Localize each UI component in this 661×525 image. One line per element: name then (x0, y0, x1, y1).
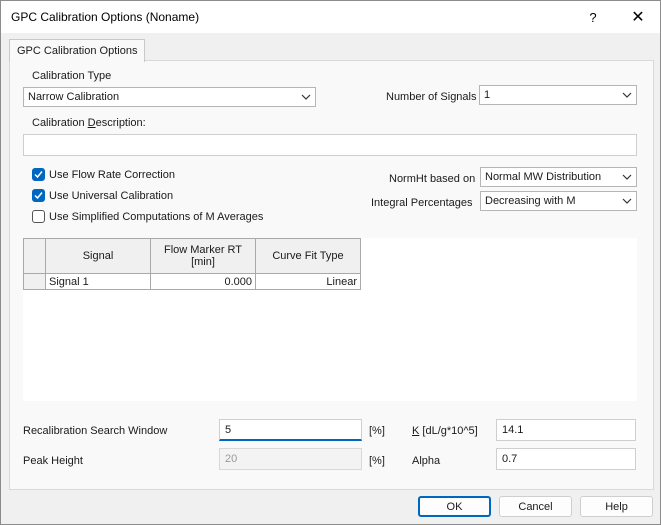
title-bar: GPC Calibration Options (Noname) ? ✕ (1, 1, 660, 33)
signals-table: Signal Flow Marker RT [min] Curve Fit Ty… (23, 238, 361, 290)
recalibration-unit: [%] (369, 425, 385, 437)
alpha-label: Alpha (412, 455, 441, 467)
checkbox-checked-icon (32, 189, 45, 202)
label-part: escription: (95, 117, 146, 129)
row-marker[interactable] (23, 273, 46, 290)
close-icon[interactable]: ✕ (618, 1, 658, 33)
recalibration-search-window-input[interactable]: 5 (219, 419, 362, 441)
label-part: [dL/g*10^5] (419, 425, 478, 437)
calibration-description-input[interactable] (23, 134, 637, 156)
label-accelerator: D (87, 117, 96, 129)
checkbox-label: Use Simplified Computations of M Average… (49, 210, 264, 223)
window-title: GPC Calibration Options (Noname) (11, 10, 200, 24)
help-button[interactable]: Help (580, 496, 653, 517)
table-header-row: Signal Flow Marker RT [min] Curve Fit Ty… (23, 238, 361, 274)
calibration-description-label: Calibration Description: (32, 117, 146, 129)
chevron-down-icon (301, 94, 311, 100)
alpha-input[interactable]: 0.7 (496, 448, 636, 470)
checkbox-label: Use Universal Calibration (49, 189, 174, 202)
help-icon[interactable]: ? (573, 1, 613, 33)
row-marker-header (23, 238, 46, 274)
integral-percentages-label: Integral Percentages (371, 197, 473, 209)
cancel-button[interactable]: Cancel (499, 496, 572, 517)
peak-height-label: Peak Height (23, 455, 83, 467)
integral-percentages-select[interactable]: Decreasing with M (480, 191, 637, 211)
chevron-down-icon (622, 174, 632, 180)
normht-value: Normal MW Distribution (485, 171, 602, 183)
integral-percentages-value: Decreasing with M (485, 195, 576, 207)
table-row[interactable]: Signal 1 0.000 Linear (23, 273, 361, 290)
chevron-down-icon (622, 92, 632, 98)
column-header-signal[interactable]: Signal (45, 238, 151, 274)
cell-flow-marker-rt[interactable]: 0.000 (150, 273, 256, 290)
checkbox-checked-icon (32, 168, 45, 181)
cell-curve-fit-type[interactable]: Linear (255, 273, 361, 290)
signals-grid: Signal Flow Marker RT [min] Curve Fit Ty… (23, 238, 637, 401)
calibration-type-select[interactable]: Narrow Calibration (23, 87, 316, 107)
use-simplified-computations-checkbox[interactable]: Use Simplified Computations of M Average… (32, 210, 263, 223)
cell-signal[interactable]: Signal 1 (45, 273, 151, 290)
k-label: K [dL/g*10^5] (412, 425, 478, 437)
normht-label: NormHt based on (389, 173, 476, 185)
dialog-window: GPC Calibration Options (Noname) ? ✕ GPC… (0, 0, 661, 525)
ok-button[interactable]: OK (418, 496, 491, 517)
k-input[interactable]: 14.1 (496, 419, 636, 441)
tab-gpc-calibration-options[interactable]: GPC Calibration Options (9, 39, 146, 62)
use-universal-calibration-checkbox[interactable]: Use Universal Calibration (32, 189, 173, 202)
chevron-down-icon (622, 198, 632, 204)
label-part: Calibration (32, 117, 88, 129)
calibration-type-label: Calibration Type (32, 70, 112, 82)
number-of-signals-value: 1 (484, 89, 491, 101)
peak-height-unit: [%] (369, 455, 385, 467)
use-flow-rate-correction-checkbox[interactable]: Use Flow Rate Correction (32, 168, 175, 181)
recalibration-search-window-label: Recalibration Search Window (23, 425, 168, 437)
calibration-type-value: Narrow Calibration (28, 91, 120, 103)
number-of-signals-label: Number of Signals (386, 91, 477, 103)
column-header-curve-fit-type[interactable]: Curve Fit Type (255, 238, 361, 274)
checkbox-unchecked-icon (32, 210, 45, 223)
column-header-flow-marker-rt[interactable]: Flow Marker RT [min] (150, 238, 256, 274)
checkbox-label: Use Flow Rate Correction (49, 168, 175, 181)
peak-height-input[interactable]: 20 (219, 448, 362, 470)
normht-select[interactable]: Normal MW Distribution (480, 167, 637, 187)
number-of-signals-select[interactable]: 1 (479, 85, 637, 105)
